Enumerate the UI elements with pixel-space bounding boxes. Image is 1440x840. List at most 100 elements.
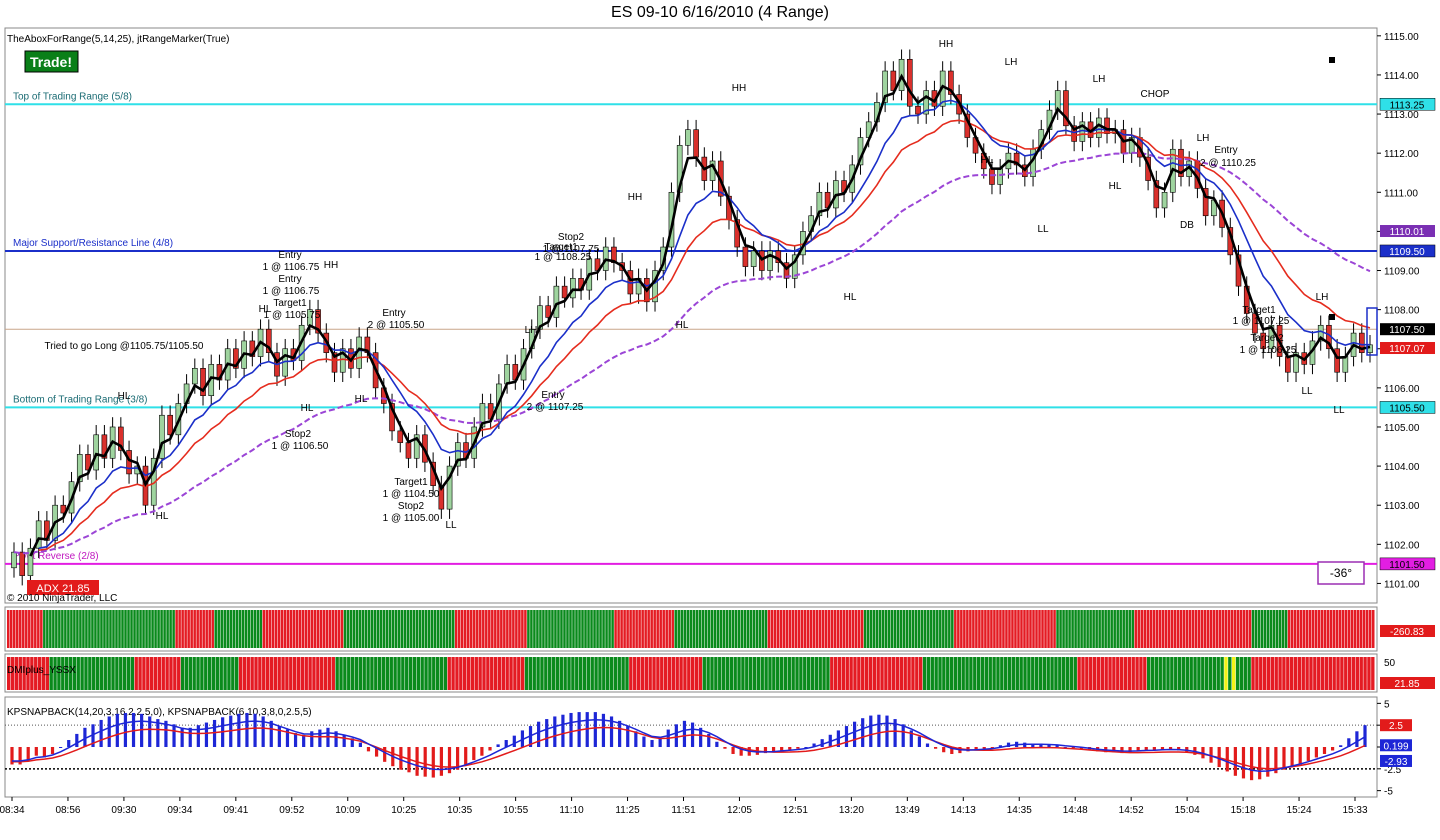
kp-hist-bar — [180, 727, 184, 747]
bar-panel2-cell — [1224, 657, 1228, 690]
bar-panel2-cell — [470, 657, 475, 690]
bar-panel2-cell — [582, 657, 587, 690]
bar-panel2-cell — [590, 657, 594, 690]
bar-panel2-cell — [478, 657, 482, 690]
bar-panel1-cell — [914, 610, 918, 648]
bar-panel2-cell — [277, 657, 281, 690]
bar-panel2-cell — [980, 657, 985, 690]
bar-panel1-cell — [1110, 610, 1113, 648]
bar-panel1-cell — [1359, 610, 1363, 648]
x-tick-label: 11:25 — [615, 805, 640, 816]
bar-panel1-cell — [836, 610, 840, 648]
bar-panel2-cell — [737, 657, 741, 690]
bar-panel2-cell — [776, 657, 780, 690]
bar-panel1-cell — [1173, 610, 1177, 648]
bar-panel2-cell — [1243, 657, 1247, 690]
bar-panel1-cell — [875, 610, 879, 648]
bar-panel1-cell — [629, 610, 632, 648]
kp-hist-bar — [1355, 731, 1359, 747]
bar-panel1-cell — [1353, 610, 1357, 648]
bar-panel2-cell — [211, 657, 216, 690]
bar-panel1-cell — [67, 610, 70, 648]
bar-panel2-cell — [1089, 657, 1093, 690]
bar-panel1-cell — [85, 610, 88, 648]
bar-panel1-cell — [1098, 610, 1101, 648]
chart-annotation: 1 @ 1106.75 — [263, 262, 320, 273]
kp-hist-bar — [642, 736, 646, 747]
bar-panel2-cell — [223, 657, 227, 690]
kp-hist-bar — [1266, 747, 1270, 777]
bar-panel2-cell — [1228, 657, 1232, 690]
bar-panel2-cell — [490, 657, 494, 690]
chart-annotation: Entry — [1214, 145, 1237, 156]
bar-panel1-cell — [1014, 610, 1017, 648]
bar-panel1-cell — [869, 610, 873, 648]
kp-hist-bar — [172, 724, 176, 747]
bar-panel2-cell — [1119, 657, 1124, 690]
bar-panel1-cell — [818, 610, 822, 648]
bar-panel2-cell — [292, 657, 297, 690]
bar-panel1-cell — [512, 610, 515, 648]
bar-panel1-cell — [1197, 610, 1201, 648]
bar-panel1-cell — [1296, 610, 1300, 648]
bar-panel2-cell — [455, 657, 459, 690]
bar-panel1-cell — [1134, 610, 1137, 648]
bar-panel1-cell — [13, 610, 16, 648]
bar-panel2-cell — [1351, 657, 1356, 690]
bar-panel1-cell — [1302, 610, 1306, 648]
bar-panel1-cell — [966, 610, 969, 648]
bar-panel1-cell — [1239, 610, 1243, 648]
bar-panel1-cell — [409, 610, 413, 648]
bar-panel1-cell — [719, 610, 723, 648]
kp-tag: 2.5 — [1389, 721, 1403, 732]
bar-panel1-cell — [806, 610, 810, 648]
bar-panel1-cell — [1044, 610, 1047, 648]
chart-annotation: Tried to go Long @1105.75/1105.50 — [45, 341, 204, 352]
bar-panel2-cell — [1282, 657, 1286, 690]
bar-panel1-cell — [202, 610, 205, 648]
bar-panel2-cell — [1320, 657, 1325, 690]
kp-hist-bar — [488, 747, 492, 751]
bar-panel1-cell — [779, 610, 783, 648]
bar-panel2-cell — [1220, 657, 1224, 690]
bar-panel1-cell — [1257, 610, 1261, 648]
bar-panel2-cell — [926, 657, 931, 690]
candle — [997, 168, 1003, 185]
bar-panel2-cell — [111, 657, 115, 690]
bar-panel1-cell — [473, 610, 476, 648]
bar-panel2-cell — [347, 657, 351, 690]
bar-panel1-cell — [743, 610, 747, 648]
bar-panel2-cell — [718, 657, 722, 690]
bar-panel2-cell — [1031, 657, 1035, 690]
bar-panel2-cell — [505, 657, 509, 690]
bar-panel2-cell — [1208, 657, 1213, 690]
bar-panel2-cell — [381, 657, 386, 690]
bar-panel1-cell — [187, 610, 190, 648]
bar-panel2-cell — [1139, 657, 1143, 690]
bar-panel2-cell — [1170, 657, 1174, 690]
bar-panel1-cell — [647, 610, 650, 648]
bar-panel2-cell — [1197, 657, 1201, 690]
bar-panel2-cell — [687, 657, 691, 690]
bar-panel1-cell — [328, 610, 332, 648]
bar-panel1-cell — [1140, 610, 1143, 648]
bar-panel2-cell — [1251, 657, 1255, 690]
bar-panel2-cell — [876, 657, 880, 690]
bar-panel2-cell — [397, 657, 401, 690]
bar-panel1-cell — [1245, 610, 1249, 648]
bar-panel2-cell — [362, 657, 366, 690]
bar-panel1-cell — [755, 610, 759, 648]
bar-panel2-cell — [911, 657, 915, 690]
bar-panel1-cell — [1161, 610, 1165, 648]
candle — [19, 551, 26, 576]
price-chart[interactable]: 1115.00 1114.00 1113.00 1112.00 1111.00 1110.… — [0, 0, 1440, 840]
bar-panel2-cell — [1297, 657, 1302, 690]
bar-panel2-cell — [273, 657, 278, 690]
bar-panel2-cell — [764, 657, 768, 690]
bar-panel2-cell — [845, 657, 849, 690]
bar-panel1-cell — [346, 610, 350, 648]
x-tick-label: 08:34 — [0, 805, 25, 816]
bar-panel1-cell — [1137, 610, 1140, 648]
bar-panel1-cell — [211, 610, 214, 648]
bar-panel1-cell — [1311, 610, 1315, 648]
